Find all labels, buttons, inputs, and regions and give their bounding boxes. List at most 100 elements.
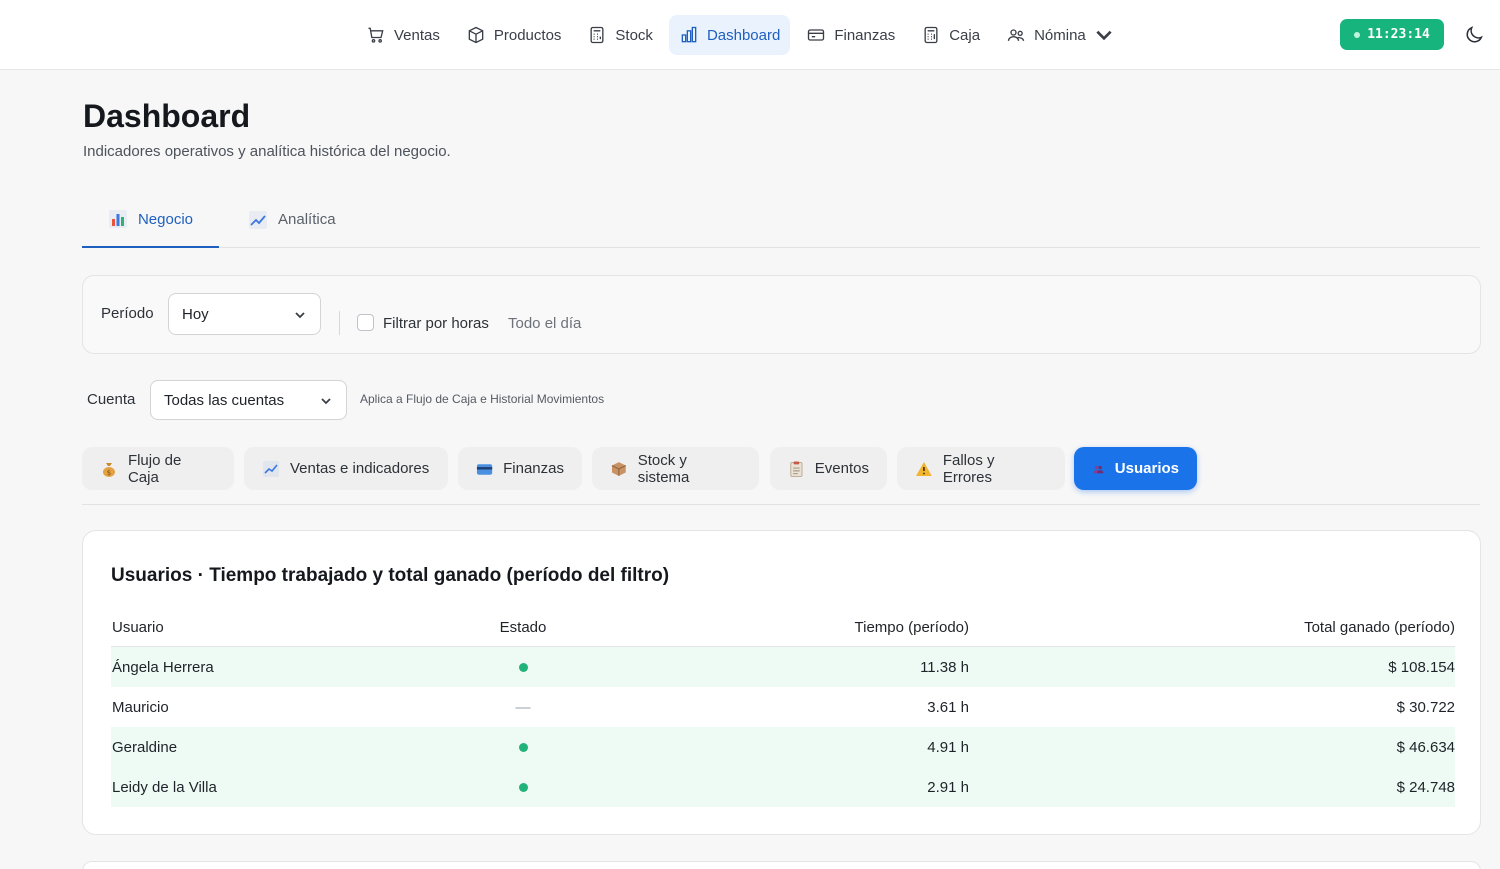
time-cell: 4.91 h: [927, 738, 969, 756]
nav-item-ventas[interactable]: Ventas: [356, 15, 450, 55]
period-value: Hoy: [182, 305, 209, 323]
clock-badge: 11:23:14: [1340, 19, 1444, 50]
section-label: Flujo de Caja: [127, 451, 182, 486]
clipboard-icon: [790, 461, 803, 477]
chevron-down-icon: [295, 312, 305, 319]
nav-menu: Ventas Productos Stock Dashboard Finanza…: [356, 15, 1130, 55]
account-label: Cuenta: [87, 391, 136, 408]
nav-item-label: Stock: [615, 26, 653, 44]
chart-up-icon: [263, 460, 279, 477]
top-navbar: Ventas Productos Stock Dashboard Finanza…: [0, 0, 1500, 70]
status-cell: [499, 647, 547, 687]
moon-icon: [1466, 26, 1483, 43]
section-label: Finanzas: [503, 460, 564, 477]
nav-item-stock[interactable]: Stock: [577, 15, 663, 55]
active-status-dot-icon: [518, 742, 528, 752]
table-header: Usuario Estado Tiempo (período) Total ga…: [111, 607, 1455, 647]
section-stock-y-sistema[interactable]: Stock y sistema: [592, 447, 759, 490]
user-name: Ángela Herrera: [112, 658, 214, 676]
tab-negocio[interactable]: Negocio: [82, 192, 219, 248]
section-label: Usuarios: [1114, 460, 1179, 477]
section-finanzas[interactable]: Finanzas: [458, 447, 582, 490]
warning-icon: [915, 461, 932, 476]
nav-item-label: Dashboard: [706, 26, 781, 44]
active-status-dot-icon: [518, 782, 528, 792]
tab-analitica[interactable]: Analítica: [248, 192, 336, 247]
people-icon: [1093, 465, 1104, 473]
card-icon: [808, 29, 825, 41]
total-cell: $ 46.634: [1396, 738, 1455, 756]
period-select[interactable]: Hoy: [168, 293, 321, 335]
nav-item-dashboard[interactable]: Dashboard: [668, 15, 791, 55]
cart-icon: [368, 27, 384, 43]
page-subtitle: Indicadores operativos y analítica histó…: [83, 143, 451, 160]
section-tabs: $ Flujo de Caja Ventas e indicadores Fin…: [82, 447, 1480, 505]
users-card: Usuarios · Tiempo trabajado y total gana…: [82, 530, 1481, 835]
account-select[interactable]: Todas las cuentas: [150, 380, 347, 420]
nav-item-nomina[interactable]: Nómina: [996, 15, 1124, 55]
users-card-title: Usuarios · Tiempo trabajado y total gana…: [111, 565, 670, 586]
user-name: Leidy de la Villa: [112, 778, 217, 796]
status-cell: [499, 727, 547, 767]
nav-item-label: Finanzas: [834, 26, 896, 44]
nav-item-caja[interactable]: Caja: [911, 15, 990, 55]
main-tabs: Negocio Analítica: [82, 192, 1480, 248]
section-fallos-y-errores[interactable]: Fallos y Errores: [897, 447, 1065, 490]
next-card-edge: [82, 861, 1481, 869]
table-row: Leidy de la Villa 2.91 h $ 24.748: [111, 767, 1455, 807]
table-row: Geraldine 4.91 h $ 46.634: [111, 727, 1455, 767]
column-header: Usuario: [112, 618, 164, 636]
nav-item-productos[interactable]: Productos: [456, 15, 572, 55]
hours-filter-checkbox[interactable]: [357, 314, 374, 331]
total-cell: $ 24.748: [1396, 778, 1455, 796]
section-flujo-de-caja[interactable]: $ Flujo de Caja: [82, 447, 234, 490]
tab-label: Analítica: [278, 211, 336, 228]
hours-filter-label[interactable]: Filtrar por horas: [383, 315, 489, 332]
nav-item-finanzas[interactable]: Finanzas: [796, 15, 905, 55]
section-ventas-e-indicadores[interactable]: Ventas e indicadores: [244, 447, 448, 490]
theme-toggle-button[interactable]: [1463, 24, 1485, 46]
user-name: Geraldine: [112, 738, 178, 756]
table-row: Ángela Herrera 11.38 h $ 108.154: [111, 647, 1455, 687]
nav-item-label: Ventas: [394, 26, 440, 44]
chevron-down-icon: [1096, 30, 1112, 41]
status-cell: [499, 767, 547, 807]
page-title: Dashboard: [83, 98, 251, 134]
column-header: Estado: [499, 618, 547, 636]
account-value: Todas las cuentas: [164, 391, 285, 409]
users-icon: [1007, 29, 1025, 41]
package-icon: [611, 461, 626, 476]
chart-up-icon: [249, 210, 267, 229]
user-name: Mauricio: [112, 698, 169, 716]
box-icon: [468, 26, 484, 44]
section-usuarios[interactable]: Usuarios: [1074, 447, 1197, 490]
column-header: Tiempo (período): [854, 618, 970, 636]
section-eventos[interactable]: Eventos: [770, 447, 887, 490]
nav-item-label: Productos: [493, 26, 562, 44]
status-cell: —: [515, 698, 531, 716]
money-bag-icon: $: [102, 462, 115, 476]
hours-filter-value: Todo el día: [508, 315, 582, 332]
table-row: Mauricio — 3.61 h $ 30.722: [111, 687, 1455, 727]
tab-label: Negocio: [137, 210, 194, 228]
clock-time: 11:23:14: [1367, 27, 1430, 42]
active-status-dot-icon: [518, 662, 528, 672]
users-table: Usuario Estado Tiempo (período) Total ga…: [111, 607, 1455, 807]
section-label: Ventas e indicadores: [290, 460, 430, 477]
total-cell: $ 30.722: [1396, 698, 1455, 716]
total-cell: $ 108.154: [1388, 658, 1455, 676]
account-hint: Aplica a Flujo de Caja e Historial Movim…: [360, 392, 605, 406]
chevron-down-icon: [321, 398, 331, 405]
time-cell: 3.61 h: [927, 698, 969, 716]
divider: [339, 311, 340, 335]
time-cell: 11.38 h: [920, 658, 969, 676]
period-label: Período: [101, 305, 154, 322]
section-label: Fallos y Errores: [942, 451, 995, 486]
nav-item-label: Nómina: [1034, 26, 1086, 44]
time-cell: 2.91 h: [927, 778, 969, 796]
column-header: Total ganado (período): [1304, 618, 1455, 636]
credit-card-icon: [476, 463, 493, 475]
filter-card: Período Hoy Filtrar por horas Todo el dí…: [82, 275, 1481, 354]
nav-item-label: Caja: [949, 26, 981, 44]
section-label: Stock y sistema: [637, 451, 690, 486]
